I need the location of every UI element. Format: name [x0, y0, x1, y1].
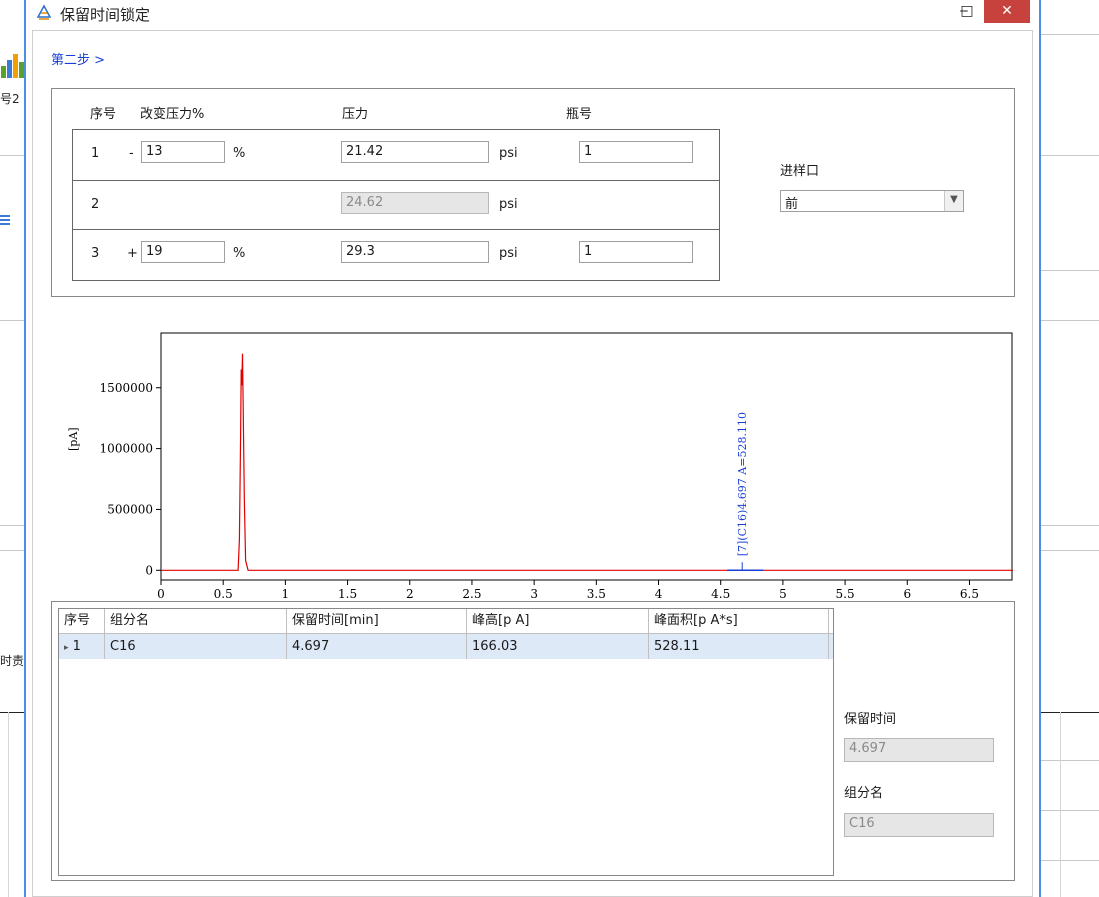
component-name-label: 组分名 — [844, 786, 884, 801]
x-tick-label: 3.5 — [587, 587, 606, 601]
component-name-field: C16 — [844, 813, 994, 837]
y-tick-label: 1000000 — [100, 442, 153, 456]
x-tick-label: 1 — [282, 587, 290, 601]
col-header-index: 序号 — [90, 107, 117, 122]
inlet-selected-value: 前 — [785, 197, 799, 212]
y-axis-label: [pA] — [67, 427, 80, 451]
window-title: 保留时间锁定 — [60, 6, 151, 24]
list-icon — [0, 215, 10, 227]
pressure-row-2: 2 24.62 psi — [73, 180, 719, 230]
row-pointer-icon: ▸ — [64, 643, 69, 653]
step-link[interactable]: 第二步 > — [51, 49, 105, 68]
results-col-name[interactable]: 组分名 — [105, 609, 287, 633]
x-tick-label: 2 — [406, 587, 414, 601]
x-tick-label: 4.5 — [711, 587, 730, 601]
x-tick-label: 2.5 — [462, 587, 481, 601]
results-col-area[interactable]: 峰面积[p A*s] — [649, 609, 829, 633]
pressure-input-1[interactable]: 21.42 — [341, 141, 489, 163]
bar-chart-icon — [0, 50, 24, 78]
x-tick-label: 6 — [903, 587, 911, 601]
bg-label: 时责 — [0, 654, 25, 668]
pressure-row-3: 3 + 19 % 29.3 psi 1 — [73, 230, 719, 280]
pressure-input-2: 24.62 — [341, 192, 489, 214]
dialog-window: 保留时间锁定 ‒ □ ✕ 第二步 > 序号 改变压力% 压力 瓶号 1 - 13… — [24, 0, 1041, 897]
vial-input-3[interactable]: 1 — [579, 241, 693, 263]
row-area-cell: 528.11 — [649, 634, 829, 659]
y-tick-label: 500000 — [107, 502, 153, 516]
close-button[interactable]: ✕ — [984, 0, 1030, 23]
chromatogram-chart: 0 0.5 1 1.5 2 2.5 3 3.5 4 4.5 5 5.5 6 6.5 0 500000 10000… — [51, 327, 1013, 601]
col-header-pressure: 压力 — [342, 107, 369, 122]
peak-annotation: [7](C16)4.697 A=528.110 — [736, 412, 749, 556]
pressure-row-1: 1 - 13 % 21.42 psi 1 — [73, 130, 719, 180]
inlet-label: 进样口 — [780, 164, 820, 179]
rt-value-field: 4.697 — [844, 738, 994, 762]
row-name-cell: C16 — [105, 634, 287, 659]
x-tick-label: 3 — [530, 587, 538, 601]
app-logo-icon — [36, 4, 52, 20]
results-col-height[interactable]: 峰高[p A] — [467, 609, 649, 633]
pressure-table: 1 - 13 % 21.42 psi 1 2 24.62 psi 3 + 19 — [72, 129, 720, 281]
pressure-change-input-3[interactable]: 19 — [141, 241, 225, 263]
results-table: 序号 组分名 保留时间[min] 峰高[p A] 峰面积[p A*s] ▸ 1 … — [58, 608, 834, 876]
vial-input-1[interactable]: 1 — [579, 141, 693, 163]
results-header: 序号 组分名 保留时间[min] 峰高[p A] 峰面积[p A*s] — [59, 609, 833, 634]
dialog-content: 第二步 > 序号 改变压力% 压力 瓶号 1 - 13 % 21.42 psi … — [32, 30, 1033, 897]
col-header-vial: 瓶号 — [566, 107, 593, 122]
results-col-rt[interactable]: 保留时间[min] — [287, 609, 467, 633]
y-tick-label: 1500000 — [100, 381, 153, 395]
row-rt-cell: 4.697 — [287, 634, 467, 659]
chromatogram-svg: 0 0.5 1 1.5 2 2.5 3 3.5 4 4.5 5 5.5 6 6.5 0 500000 10000… — [67, 332, 1013, 601]
table-row[interactable]: ▸ 1 C16 4.697 166.03 528.11 — [59, 634, 833, 659]
title-bar[interactable]: 保留时间锁定 ‒ □ ✕ — [26, 0, 1039, 27]
x-tick-label: 1.5 — [338, 587, 357, 601]
x-tick-label: 5 — [779, 587, 787, 601]
bg-label: 号2 — [0, 92, 20, 106]
x-tick-label: 0 — [157, 587, 165, 601]
chevron-down-icon[interactable]: ▼ — [944, 191, 963, 211]
row-height-cell: 166.03 — [467, 634, 649, 659]
plot-area — [160, 332, 1013, 581]
pressure-change-input-1[interactable]: 13 — [141, 141, 225, 163]
x-tick-label: 0.5 — [214, 587, 233, 601]
col-header-change: 改变压力% — [140, 107, 205, 122]
pressure-settings-group: 序号 改变压力% 压力 瓶号 1 - 13 % 21.42 psi 1 2 24… — [51, 88, 1015, 297]
rt-label: 保留时间 — [844, 712, 897, 727]
inlet-select[interactable]: 前 ▼ — [780, 190, 964, 212]
x-tick-label: 6.5 — [960, 587, 979, 601]
x-tick-label: 5.5 — [836, 587, 855, 601]
pressure-input-3[interactable]: 29.3 — [341, 241, 489, 263]
results-col-index[interactable]: 序号 — [59, 609, 105, 633]
x-tick-label: 4 — [655, 587, 663, 601]
row-index-cell: ▸ 1 — [59, 634, 105, 659]
maximize-button[interactable]: □ — [954, 0, 980, 23]
y-tick-label: 0 — [145, 563, 153, 577]
results-panel: 序号 组分名 保留时间[min] 峰高[p A] 峰面积[p A*s] ▸ 1 … — [51, 601, 1015, 881]
